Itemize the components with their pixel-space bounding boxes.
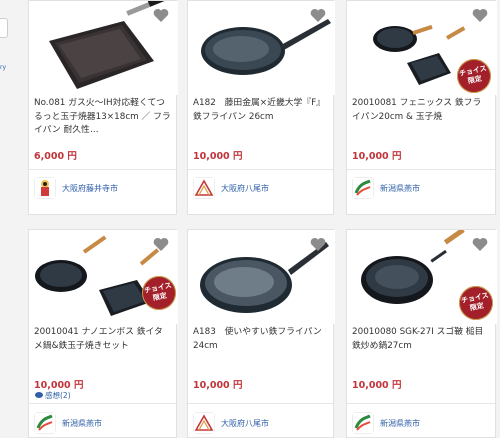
product-card[interactable]: チョイス 限定 20010080 SGK-27I スゴ鞁 槌目鉄炒め鍋27cm … — [346, 227, 497, 438]
heart-icon[interactable] — [472, 8, 488, 23]
left-input-fragment[interactable] — [0, 18, 8, 38]
badge-line2: 限定 — [152, 291, 168, 303]
municipality-logo — [34, 412, 56, 434]
municipality-logo — [34, 177, 56, 199]
speech-bubble-icon — [35, 392, 43, 398]
product-name[interactable]: 20010081 フェニックス 鉄フライパン20cm & 玉子焼 — [352, 97, 490, 138]
product-name[interactable]: No.081 ガス火～IH対応軽くてつるっと玉子焼器13×18cm ／ フライパ… — [34, 97, 171, 138]
product-name[interactable]: 20010080 SGK-27I スゴ鞁 槌目鉄炒め鍋27cm — [352, 326, 490, 367]
municipality-link[interactable]: 新潟県燕市 — [352, 412, 420, 434]
municipality-link[interactable]: 大阪府八尾市 — [193, 177, 269, 199]
municipality-name: 新潟県燕市 — [62, 418, 102, 428]
municipality-name: 大阪府八尾市 — [221, 418, 269, 428]
municipality-name: 大阪府藤井寺市 — [62, 183, 118, 193]
municipality-link[interactable]: 新潟県燕市 — [34, 412, 102, 434]
product-name[interactable]: A182 藤田金属×近畿大学『F』鉄フライパン 26cm — [193, 97, 328, 138]
review-link[interactable]: 感想(2) — [35, 390, 71, 401]
municipality-link[interactable]: 大阪府八尾市 — [193, 412, 269, 434]
product-card[interactable]: A183 使いやすい鉄フライパン 24cm 10,000 円 大阪府八尾市 — [187, 229, 335, 438]
badge-line2: 限定 — [467, 74, 483, 86]
municipality-logo — [193, 177, 215, 199]
left-panel-fragment: ry — [0, 0, 10, 120]
municipality-name: 新潟県燕市 — [380, 418, 420, 428]
municipality-name: 大阪府八尾市 — [221, 183, 269, 193]
municipality-link[interactable]: 大阪府藤井寺市 — [34, 177, 118, 199]
left-text-fragment: ry — [0, 64, 7, 71]
municipality-link[interactable]: 新潟県燕市 — [352, 177, 420, 199]
product-price: 6,000 円 — [34, 151, 77, 162]
heart-icon[interactable] — [310, 237, 326, 252]
municipality-name: 新潟県燕市 — [380, 183, 420, 193]
product-price: 10,000 円 — [352, 380, 402, 391]
card-divider — [188, 169, 333, 170]
municipality-logo — [193, 412, 215, 434]
heart-icon[interactable] — [153, 8, 169, 23]
badge-line2: 限定 — [469, 301, 485, 313]
product-card[interactable]: チョイス 限定 20010081 フェニックス 鉄フライパン20cm & 玉子焼… — [346, 0, 497, 215]
heart-icon[interactable] — [153, 237, 169, 252]
review-count: 感想(2) — [45, 391, 71, 400]
product-name[interactable]: A183 使いやすい鉄フライパン 24cm — [193, 326, 328, 367]
card-divider — [29, 169, 176, 170]
municipality-logo — [352, 177, 374, 199]
card-divider — [347, 169, 495, 170]
card-divider — [29, 403, 176, 404]
card-divider — [188, 403, 333, 404]
product-grid-page: ry No.081 ガス火～IH対応軽くてつるっと玉子焼器13×18cm ／ フ… — [0, 0, 500, 438]
product-name[interactable]: 20010041 ナノエンボス 鉄イタメ鍋&鉄玉子焼きセット — [34, 326, 171, 367]
product-card[interactable]: チョイス 限定 20010041 ナノエンボス 鉄イタメ鍋&鉄玉子焼きセット 1… — [28, 229, 180, 438]
product-price: 10,000 円 — [352, 151, 402, 162]
product-price: 10,000 円 — [34, 380, 84, 391]
product-price: 10,000 円 — [193, 151, 243, 162]
heart-icon[interactable] — [472, 237, 488, 252]
product-price: 10,000 円 — [193, 380, 243, 391]
product-card[interactable]: No.081 ガス火～IH対応軽くてつるっと玉子焼器13×18cm ／ フライパ… — [28, 0, 178, 215]
municipality-logo — [352, 412, 374, 434]
heart-icon[interactable] — [310, 8, 326, 23]
product-card[interactable]: A182 藤田金属×近畿大学『F』鉄フライパン 26cm 10,000 円 大阪… — [187, 0, 335, 215]
card-divider — [347, 403, 495, 404]
